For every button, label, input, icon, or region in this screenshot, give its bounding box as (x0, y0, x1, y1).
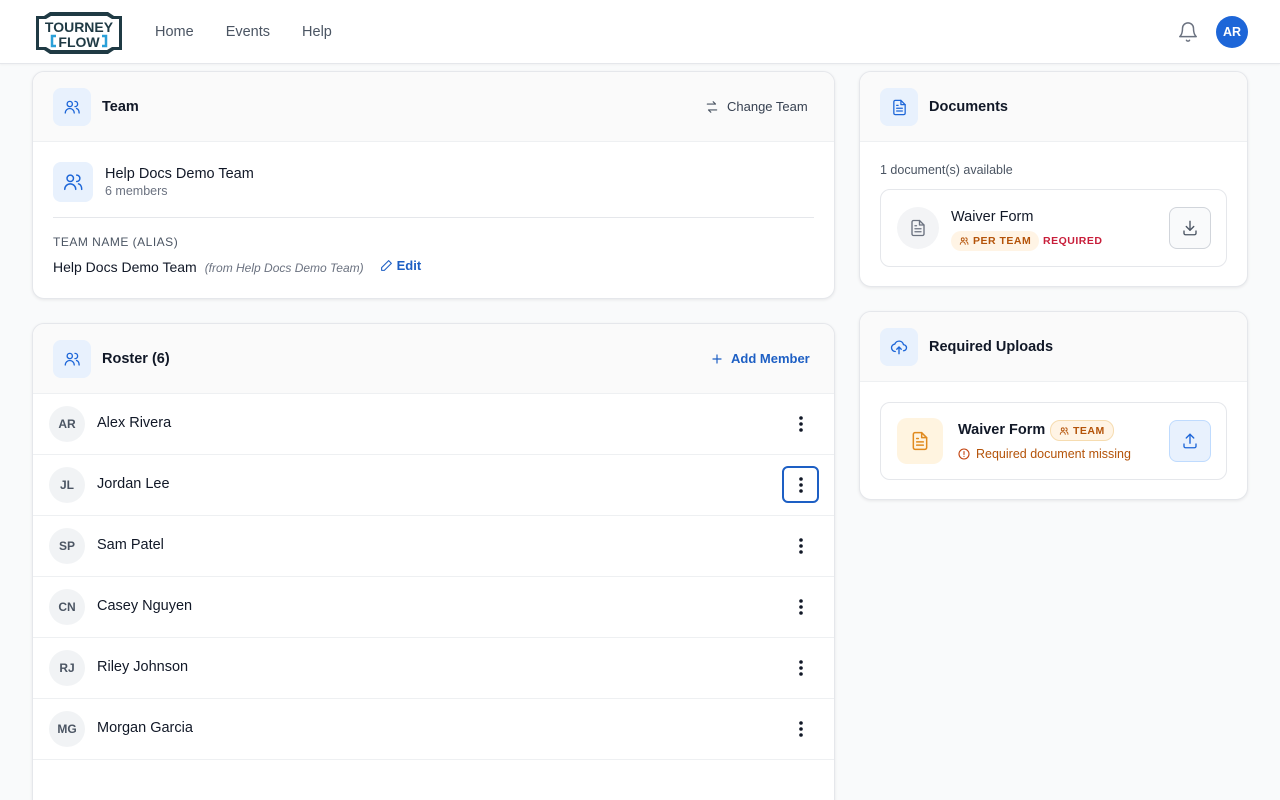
upload-name: Waiver Form (958, 422, 1046, 438)
documents-count: 1 document(s) available (880, 163, 1013, 177)
cloud-upload-icon (880, 328, 918, 366)
top-navigation-bar: TOURNEY FLOW Home Events Help AR (0, 0, 1280, 64)
missing-status-text: Required document missing (976, 447, 1131, 461)
more-vertical-icon (798, 537, 803, 554)
member-actions-button[interactable] (782, 588, 819, 625)
member-actions-button[interactable] (782, 527, 819, 564)
change-team-button[interactable]: Change Team (705, 99, 808, 114)
nav-help[interactable]: Help (302, 24, 332, 40)
users-icon (1059, 426, 1069, 435)
documents-card: Documents 1 document(s) available Waiver… (859, 71, 1248, 287)
required-badge: REQUIRED (1043, 235, 1103, 247)
roster-row: JL Jordan Lee (33, 455, 834, 516)
member-name: Morgan Garcia (97, 720, 193, 736)
download-icon (1183, 220, 1197, 236)
scope-badge: PER TEAM (951, 231, 1040, 251)
team-card: Team Change Team Help Docs Demo Team 6 m… (32, 71, 835, 299)
missing-status: Required document missing (958, 447, 1131, 461)
member-actions-button[interactable] (782, 466, 819, 503)
upload-icon (1183, 433, 1197, 449)
file-text-icon (897, 207, 939, 249)
roster-card: Roster (6) Add Member AR Alex Rivera JL … (32, 323, 835, 800)
member-name: Riley Johnson (97, 659, 189, 675)
more-vertical-icon (798, 598, 803, 615)
roster-row: RJ Riley Johnson (33, 638, 834, 699)
member-name: Sam Patel (97, 537, 164, 553)
upload-item: Waiver Form TEAM Required document missi… (880, 402, 1227, 480)
roster-row: CN Casey Nguyen (33, 577, 834, 638)
member-name: Casey Nguyen (97, 598, 193, 614)
more-vertical-icon (798, 476, 803, 493)
edit-alias-button[interactable]: Edit (380, 258, 422, 273)
scope-badge-label: PER TEAM (973, 235, 1032, 247)
main-nav: Home Events Help (155, 0, 332, 64)
required-uploads-title: Required Uploads (929, 339, 1054, 355)
scope-badge-label: TEAM (1073, 424, 1105, 437)
upload-button[interactable] (1169, 420, 1211, 462)
alias-value: Help Docs Demo Team (53, 259, 197, 275)
member-actions-button[interactable] (782, 405, 819, 442)
document-name: Waiver Form (951, 209, 1034, 225)
divider (53, 217, 814, 218)
roster-users-icon (53, 340, 91, 378)
nav-events[interactable]: Events (226, 24, 270, 40)
member-avatar: JL (49, 467, 85, 503)
edit-label: Edit (396, 258, 422, 273)
alias-label: TEAM NAME (ALIAS) (53, 235, 179, 249)
member-avatar: RJ (49, 650, 85, 686)
member-name: Alex Rivera (97, 415, 172, 431)
team-card-header: Team Change Team (33, 72, 834, 142)
logo-text-top: TOURNEY (45, 19, 114, 35)
team-member-count: 6 members (105, 184, 168, 198)
roster-card-header: Roster (6) Add Member (33, 324, 834, 394)
more-vertical-icon (798, 720, 803, 737)
member-actions-button[interactable] (782, 649, 819, 686)
more-vertical-icon (798, 659, 803, 676)
documents-card-header: Documents (860, 72, 1247, 142)
add-member-button[interactable]: Add Member (711, 351, 810, 366)
user-avatar[interactable]: AR (1216, 16, 1248, 48)
swap-arrows-icon (706, 100, 718, 113)
change-team-label: Change Team (727, 99, 808, 114)
alias-row: Help Docs Demo Team (from Help Docs Demo… (53, 258, 421, 275)
team-group-icon (53, 162, 93, 202)
alert-circle-icon (958, 448, 970, 460)
team-card-title: Team (102, 99, 139, 115)
file-text-icon (897, 418, 943, 464)
team-name: Help Docs Demo Team (105, 166, 254, 182)
users-icon (959, 237, 969, 245)
more-vertical-icon (798, 415, 803, 432)
member-avatar: CN (49, 589, 85, 625)
team-users-icon (53, 88, 91, 126)
download-button[interactable] (1169, 207, 1211, 249)
member-avatar: MG (49, 711, 85, 747)
add-member-label: Add Member (731, 351, 810, 366)
document-icon (880, 88, 918, 126)
pencil-icon (380, 260, 392, 271)
required-uploads-header: Required Uploads (860, 312, 1247, 382)
alias-source: (from Help Docs Demo Team) (204, 261, 364, 275)
scope-badge: TEAM (1050, 420, 1114, 441)
roster-row: AR Alex Rivera (33, 394, 834, 455)
roster-card-title: Roster (6) (102, 351, 170, 367)
document-item: Waiver Form PER TEAM REQUIRED (880, 189, 1227, 267)
roster-row: MG Morgan Garcia (33, 699, 834, 760)
member-name: Jordan Lee (97, 476, 170, 492)
member-avatar: SP (49, 528, 85, 564)
notifications-bell-icon[interactable] (1177, 21, 1199, 43)
member-avatar: AR (49, 406, 85, 442)
logo-text-bottom: FLOW (58, 34, 100, 50)
roster-row: SP Sam Patel (33, 516, 834, 577)
tourneyflow-logo[interactable]: TOURNEY FLOW (34, 12, 124, 54)
required-uploads-card: Required Uploads Waiver Form TEAM Requir… (859, 311, 1248, 500)
member-actions-button[interactable] (782, 710, 819, 747)
documents-card-title: Documents (929, 99, 1008, 115)
nav-home[interactable]: Home (155, 24, 194, 40)
plus-icon (712, 353, 722, 364)
